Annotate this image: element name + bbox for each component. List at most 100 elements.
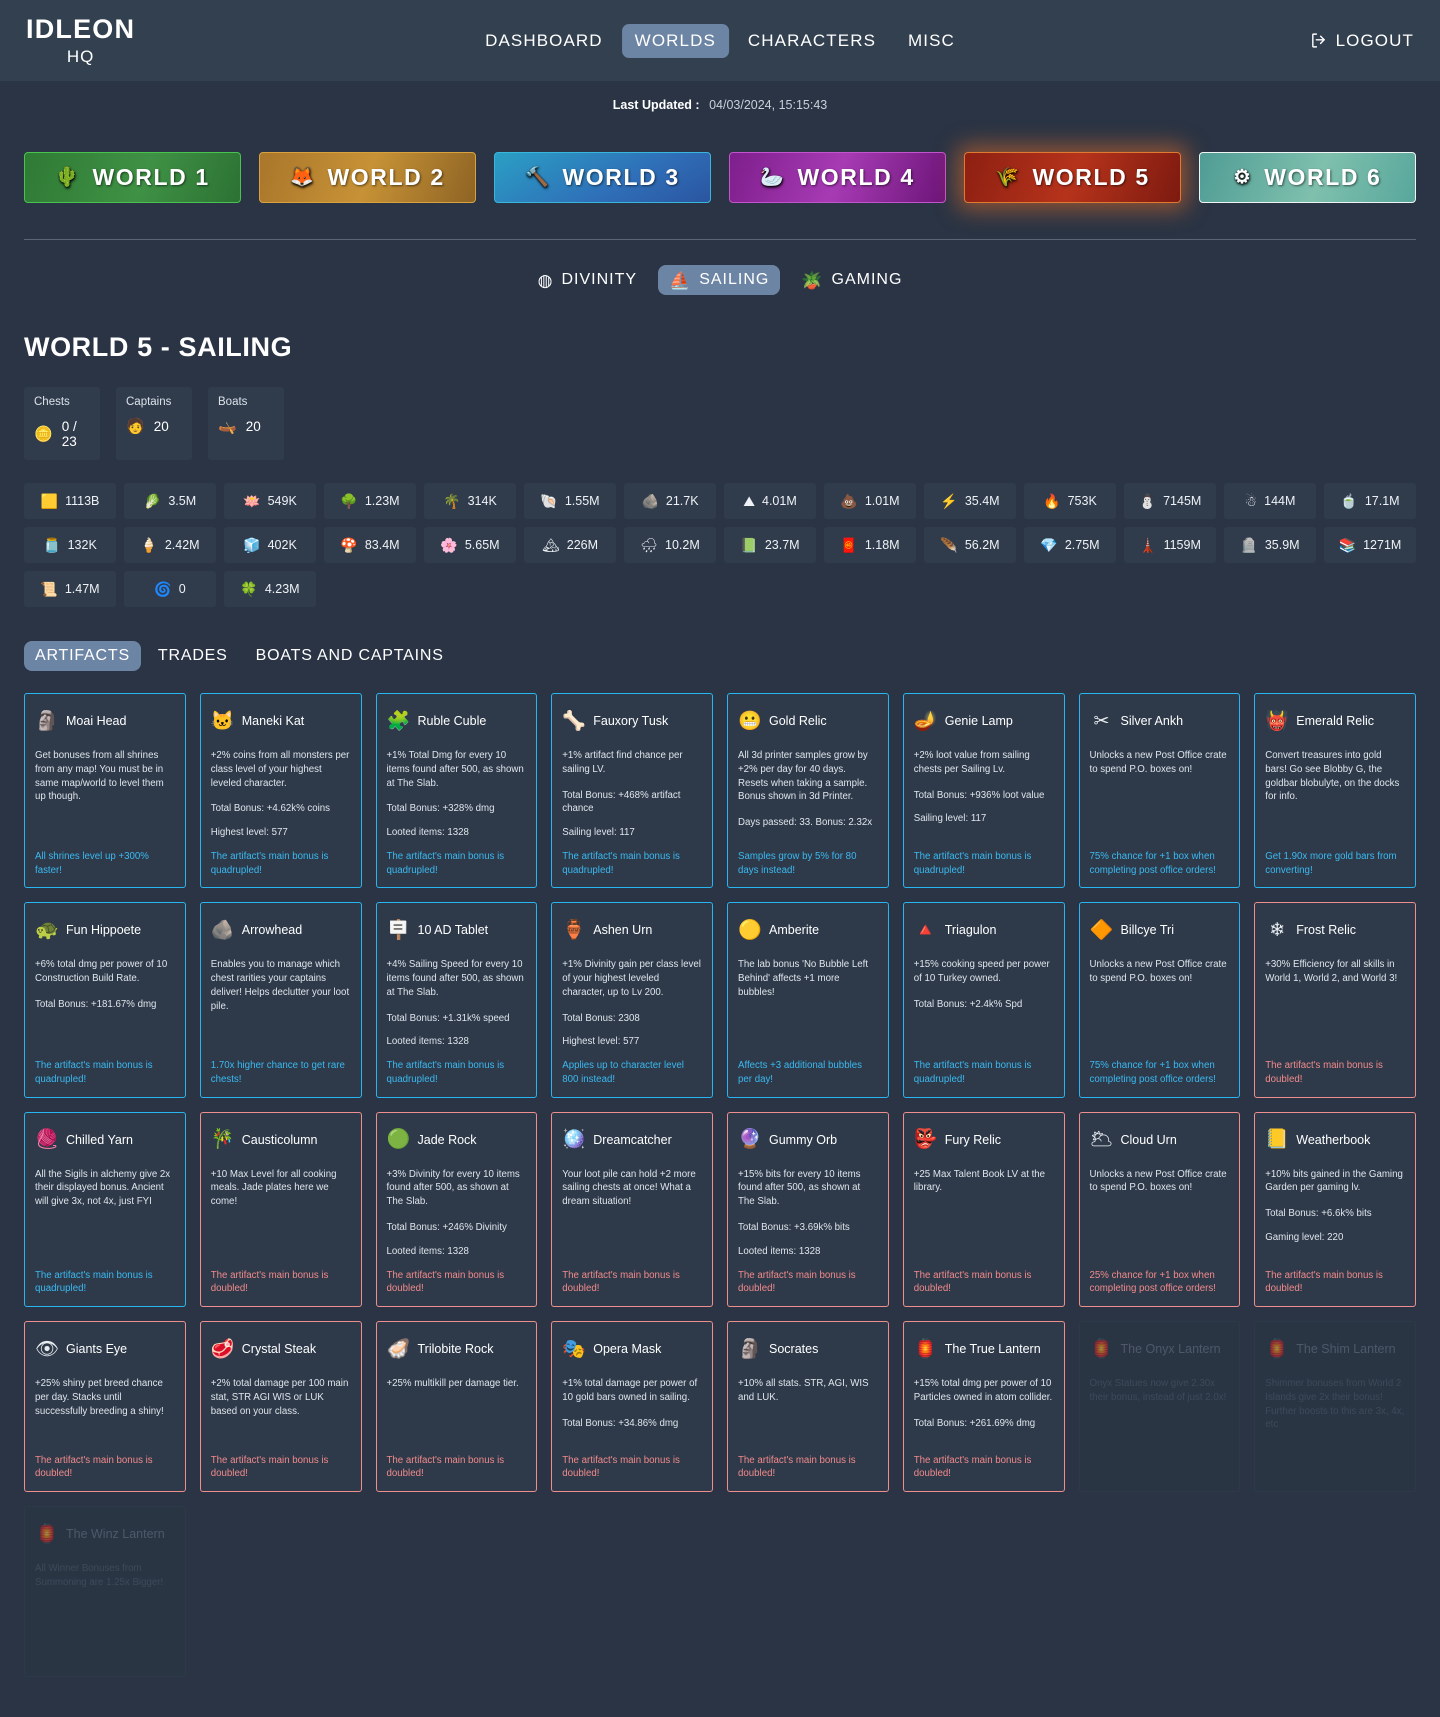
resource-obelisk[interactable]: 🗼 1159M	[1124, 527, 1216, 563]
artifact-card-fury-relic[interactable]: 👺 Fury Relic +25 Max Talent Book LV at t…	[902, 1111, 1065, 1308]
world-button-2[interactable]: 🦊 WORLD 2	[259, 152, 476, 203]
artifact-card-ashen-urn[interactable]: 🏺 Ashen Urn +1% Divinity gain per class …	[551, 902, 713, 1098]
artifact-header: 🦪 Trilobite Rock	[387, 1333, 527, 1365]
artifact-card-the-winz-lantern[interactable]: 🏮 The Winz Lantern All Winner Bonuses fr…	[24, 1506, 186, 1678]
artifact-card-emerald-relic[interactable]: 👹 Emerald Relic Convert treasures into g…	[1254, 693, 1416, 889]
artifact-card-amberite[interactable]: 🟡 Amberite The lab bonus 'No Bubble Left…	[727, 902, 889, 1098]
resource-green-book[interactable]: 📗 23.7M	[724, 527, 816, 563]
artifact-card-moai-head[interactable]: 🗿 Moai Head Get bonuses from all shrines…	[24, 693, 186, 889]
artifact-card-gold-relic[interactable]: 😬 Gold Relic All 3d printer samples grow…	[727, 693, 889, 889]
world-button-6[interactable]: ⚙ WORLD 6	[1199, 152, 1416, 203]
artifact-card-fauxory-tusk[interactable]: 🦴 Fauxory Tusk +1% artifact find chance …	[551, 693, 713, 889]
artifact-card-causticolumn[interactable]: 🎋 Causticolumn +10 Max Level for all coo…	[199, 1111, 362, 1308]
resource-palm[interactable]: 🌴 314K	[424, 483, 516, 519]
resource-purple-jar[interactable]: 🫙 132K	[24, 527, 116, 563]
logout-button[interactable]: LOGOUT	[1310, 31, 1414, 51]
resource-iceberg[interactable]: 🏔 226M	[524, 527, 616, 563]
resource-red-feather[interactable]: 🪶 56.2M	[924, 527, 1016, 563]
resource-mud-pile[interactable]: 💩 1.01M	[824, 483, 916, 519]
subtab-sailing[interactable]: ⛵ SAILING	[658, 265, 781, 295]
obelisk-icon: 🗼	[1139, 537, 1157, 553]
resource-cotton-candy[interactable]: 🍦 2.42M	[124, 527, 216, 563]
artifact-card-trilobite-rock[interactable]: 🦪 Trilobite Rock +25% multikill per dama…	[375, 1321, 538, 1493]
resource-mushroom[interactable]: 🍄 83.4M	[324, 527, 416, 563]
artifact-card-triagulon[interactable]: 🔺 Triagulon +15% cooking speed per power…	[902, 902, 1065, 1098]
resource-blue-sigil[interactable]: 🌀 0	[124, 571, 216, 607]
artifact-card-gummy-orb[interactable]: 🔮 Gummy Orb +15% bits for every 10 items…	[727, 1111, 889, 1308]
summary-boxes: Chests 🪙 0 / 23 Captains 🧑 20 Boats 🛶 20	[0, 363, 1440, 460]
nav-item-misc[interactable]: MISC	[895, 24, 968, 58]
world-button-3[interactable]: 🔨 WORLD 3	[494, 152, 711, 203]
artifact-card-arrowhead[interactable]: 🪨 Arrowhead Enables you to manage which …	[199, 902, 362, 1098]
resource-pink-sprout[interactable]: 🌸 5.65M	[424, 527, 516, 563]
artifact-card-maneki-kat[interactable]: 🐱 Maneki Kat +2% coins from all monsters…	[199, 693, 362, 889]
artifact-description: +30% Efficiency for all skills in World …	[1265, 959, 1398, 985]
artifact-card-ruble-cuble[interactable]: 🧩 Ruble Cuble +1% Total Dmg for every 10…	[375, 693, 538, 889]
artifact-tab-boats-and-captains[interactable]: BOATS AND CAPTAINS	[245, 641, 455, 671]
summary-captains-value: 20	[153, 419, 169, 434]
artifact-footer-bonus: The artifact's main bonus is quadrupled!	[35, 1269, 153, 1295]
resource-shell[interactable]: 🐚 1.55M	[524, 483, 616, 519]
artifact-card-fun-hippoete[interactable]: 🐢 Fun Hippoete +6% total dmg per power o…	[24, 902, 186, 1098]
subtab-gaming[interactable]: 🪴 GAMING	[790, 265, 913, 295]
resource-books[interactable]: 📚 1271M	[1324, 527, 1416, 563]
artifact-stat: Total Bonus: +3.69k% bits	[738, 1222, 850, 1234]
resource-green-gem[interactable]: 🥬 3.5M	[124, 483, 216, 519]
resource-brown-peak[interactable]: ⛰ 4.01M	[724, 483, 816, 519]
resource-snowman-alt[interactable]: ☃ 144M	[1224, 483, 1316, 519]
resource-bolt[interactable]: ⚡ 35.4M	[924, 483, 1016, 519]
world-button-5[interactable]: 🌾 WORLD 5	[964, 152, 1181, 203]
artifact-card-chilled-yarn[interactable]: 🧶 Chilled Yarn All the Sigils in alchemy…	[24, 1111, 186, 1308]
artifact-card-giants-eye[interactable]: 👁 Giants Eye +25% shiny pet breed chance…	[24, 1321, 186, 1493]
resource-flame-bolt[interactable]: 🔥 753K	[1024, 483, 1116, 519]
artifact-card-opera-mask[interactable]: 🎭 Opera Mask +1% total damage per power …	[551, 1321, 713, 1493]
artifact-tab-artifacts[interactable]: ARTIFACTS	[24, 641, 141, 671]
artifact-tab-trades[interactable]: TRADES	[147, 641, 239, 671]
artifact-card-socrates[interactable]: 🗿 Socrates +10% all stats. STR, AGI, WIS…	[727, 1321, 889, 1493]
artifact-description: +1% Divinity gain per class level of you…	[562, 959, 701, 998]
artifact-name: Triagulon	[944, 923, 997, 938]
resource-gold-bar[interactable]: 🟨 1113B	[24, 483, 116, 519]
artifact-card-billcye-tri[interactable]: 🔶 Billcye Tri Unlocks a new Post Office …	[1078, 902, 1241, 1098]
artifact-card-weatherbook[interactable]: 📒 Weatherbook +10% bits gained in the Ga…	[1254, 1111, 1416, 1308]
artifact-card-the-onyx-lantern[interactable]: 🏮 The Onyx Lantern Onyx Statues now give…	[1078, 1321, 1241, 1493]
artifact-name: Giants Eye	[66, 1342, 128, 1357]
world-button-4[interactable]: 🦢 WORLD 4	[729, 152, 946, 203]
artifact-stats: Total Bonus: +6.6k% bits Gaming level: 22…	[1265, 1207, 1405, 1255]
nav-item-worlds[interactable]: WORLDS	[621, 23, 729, 58]
resource-green-vial[interactable]: 🍵 17.1M	[1324, 483, 1416, 519]
resource-coral[interactable]: 🪷 549K	[224, 483, 316, 519]
artifact-card-the-true-lantern[interactable]: 🏮 The True Lantern +15% total dmg per po…	[902, 1321, 1065, 1493]
artifact-footer-bonus: Affects +3 additional bubbles per day!	[738, 1060, 862, 1085]
resource-scroll[interactable]: 📜 1.47M	[24, 571, 116, 607]
app-logo[interactable]: IDLEON HQ	[26, 16, 135, 66]
summary-captains-label: Captains	[126, 396, 172, 408]
resource-green-sigil[interactable]: 🍀 4.23M	[224, 571, 316, 607]
artifact-card-the-shim-lantern[interactable]: 🏮 The Shim Lantern Shimmer bonuses from …	[1254, 1321, 1416, 1493]
nav-item-characters[interactable]: CHARACTERS	[735, 24, 889, 58]
resource-blue-candy[interactable]: 🧊 402K	[224, 527, 316, 563]
world-button-1[interactable]: 🌵 WORLD 1	[24, 152, 241, 203]
resource-snowman[interactable]: ⛄ 7145M	[1124, 483, 1216, 519]
artifact-stat: Total Bonus: +246% Divinity	[386, 1222, 507, 1234]
artifact-card-frost-relic[interactable]: ❄ Frost Relic +30% Efficiency for all sk…	[1254, 902, 1416, 1098]
resource-rain-cloud[interactable]: 🌧 10.2M	[624, 527, 716, 563]
resource-statue[interactable]: 🪦 35.9M	[1224, 527, 1316, 563]
artifact-card-dreamcatcher[interactable]: 🪩 Dreamcatcher Your loot pile can hold +…	[551, 1111, 713, 1308]
artifact-card-jade-rock[interactable]: 🟢 Jade Rock +3% Divinity for every 10 it…	[375, 1111, 538, 1308]
subtab-gaming-label: GAMING	[831, 271, 903, 288]
resource-red-feather-value: 56.2M	[964, 538, 1000, 552]
resource-diamond[interactable]: 💎 2.75M	[1024, 527, 1116, 563]
artifact-card-genie-lamp[interactable]: 🪔 Genie Lamp +2% loot value from sailing…	[902, 693, 1065, 889]
artifact-description: +10% bits gained in the Gaming Garden pe…	[1265, 1168, 1403, 1194]
resource-pearl-rock[interactable]: 🪨 21.7K	[624, 483, 716, 519]
artifact-card-10-ad-tablet[interactable]: 🪧 10 AD Tablet +4% Sailing Speed for eve…	[375, 902, 538, 1098]
artifact-stats: Total Bonus: +34.86% dmg	[562, 1417, 702, 1441]
subtab-divinity[interactable]: ◍ DIVINITY	[527, 265, 648, 295]
artifact-card-silver-ankh[interactable]: ✂ Silver Ankh Unlocks a new Post Office …	[1078, 693, 1241, 889]
artifact-card-crystal-steak[interactable]: 🥩 Crystal Steak +2% total damage per 100…	[199, 1321, 362, 1493]
resource-tree[interactable]: 🌳 1.23M	[324, 483, 416, 519]
artifact-card-cloud-urn[interactable]: 🌥 Cloud Urn Unlocks a new Post Office cr…	[1078, 1111, 1241, 1308]
resource-red-pack[interactable]: 🧧 1.18M	[824, 527, 916, 563]
nav-item-dashboard[interactable]: DASHBOARD	[472, 24, 616, 58]
